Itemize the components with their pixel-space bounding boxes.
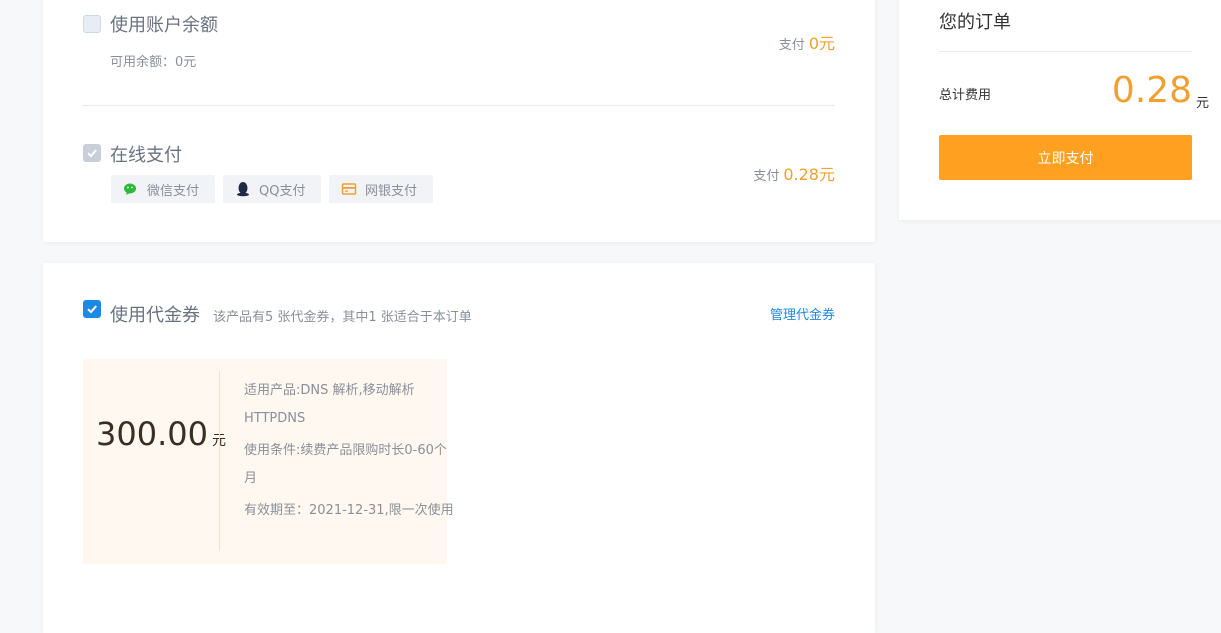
bank-card-icon	[341, 181, 357, 197]
available-balance: 可用余额：0元	[110, 55, 197, 70]
coupon-item[interactable]: 300.00元 适用产品:DNS 解析,移动解析HTTPDNS 使用条件:续费产…	[83, 359, 454, 564]
bank-pay-option[interactable]: 网银支付	[329, 175, 433, 203]
wechat-pay-label: 微信支付	[147, 183, 200, 199]
balance-pay-label: 支付	[778, 38, 805, 53]
bank-pay-label: 网银支付	[365, 183, 418, 199]
check-icon	[87, 149, 97, 158]
qq-icon	[235, 181, 251, 197]
coupon-products: 适用产品:DNS 解析,移动解析HTTPDNS	[244, 383, 415, 426]
balance-pay-amount: 支付 0元	[779, 30, 835, 54]
online-pay-label: 支付	[753, 169, 780, 184]
wechat-pay-option[interactable]: 微信支付	[111, 175, 215, 203]
total-cost-unit: 元	[1195, 96, 1209, 111]
total-cost-value: 0.28	[1111, 70, 1192, 111]
coupon-value: 300.00元	[96, 415, 226, 453]
online-pay-value: 0.28元	[783, 165, 835, 184]
coupon-summary: 该产品有5 张代金券，其中1 张适合于本订单	[213, 310, 472, 325]
payment-options-card: 使用账户余额 可用余额：0元 支付0元 在线支付 支付0.28元 微信支付	[43, 0, 875, 242]
online-pay-title: 在线支付	[110, 145, 182, 166]
use-balance-title: 使用账户余额	[110, 15, 218, 36]
qq-pay-label: QQ支付	[259, 183, 306, 199]
check-icon	[87, 305, 97, 314]
use-coupon-title: 使用代金券	[110, 305, 200, 326]
order-summary-card: 您的订单 总计费用 0.28 元 立即支付	[899, 0, 1221, 220]
coupon-condition: 使用条件:续费产品限购时长0-60个月	[244, 443, 447, 486]
use-balance-checkbox[interactable]	[83, 15, 101, 33]
use-coupon-checkbox[interactable]	[83, 300, 101, 318]
qq-pay-option[interactable]: QQ支付	[223, 175, 321, 203]
total-cost-label: 总计费用	[939, 88, 992, 103]
wechat-icon	[123, 181, 139, 197]
coupon-amount: 300.00	[96, 415, 208, 453]
online-pay-checkbox[interactable]	[83, 144, 101, 162]
order-divider	[939, 51, 1192, 52]
payment-divider	[83, 105, 835, 106]
order-title: 您的订单	[939, 12, 1011, 33]
coupon-card: 使用代金券 该产品有5 张代金券，其中1 张适合于本订单 管理代金券 300.0…	[43, 263, 875, 633]
coupon-separator	[219, 371, 220, 551]
online-pay-amount: 支付 0.28元	[753, 161, 835, 185]
pay-now-button[interactable]: 立即支付	[939, 135, 1192, 180]
manage-coupons-link[interactable]: 管理代金券	[770, 304, 835, 323]
balance-pay-value: 0元	[808, 34, 835, 53]
coupon-expiry: 有效期至：2021-12-31,限一次使用	[244, 503, 454, 518]
